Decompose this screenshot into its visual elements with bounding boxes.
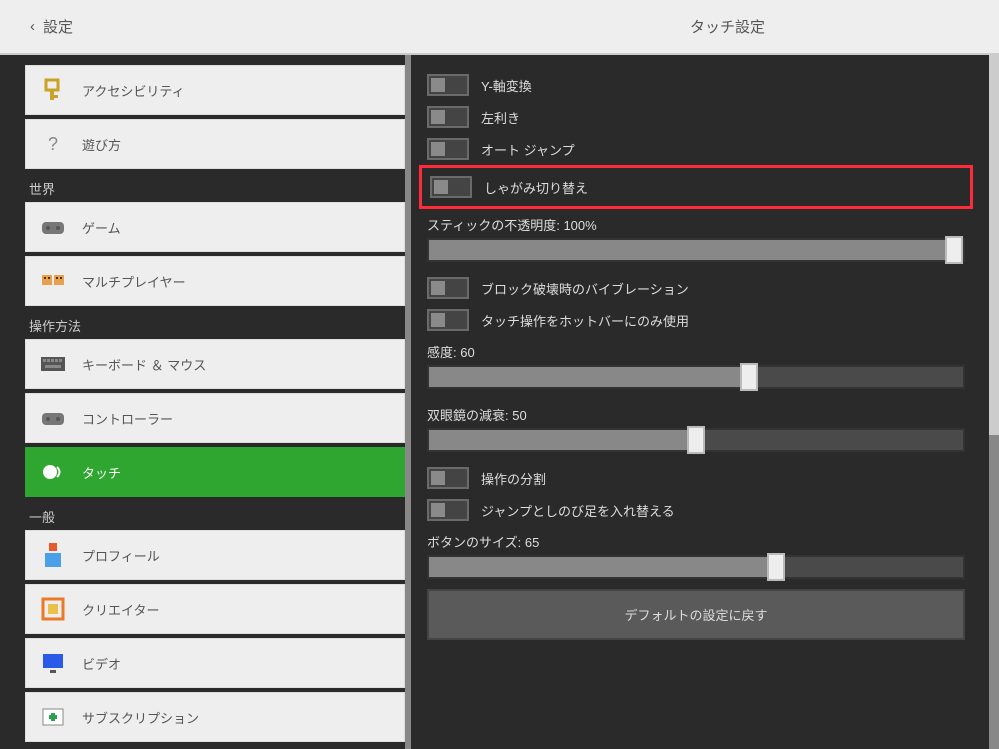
- slider-spyglass[interactable]: [427, 428, 965, 452]
- setting-split: 操作の分割: [423, 462, 969, 494]
- section-header-world: 世界: [25, 173, 405, 202]
- chevron-left-icon: ‹: [30, 18, 35, 35]
- toggle-label: Y-軸変換: [481, 76, 532, 95]
- sidebar-item-label: アクセシビリティ: [82, 81, 185, 100]
- sidebar-item-label: プロフィール: [82, 546, 160, 565]
- toggle-label: タッチ操作をホットバーにのみ使用: [481, 311, 689, 330]
- controller-icon: [40, 405, 66, 431]
- sidebar-item-creator[interactable]: クリエイター: [25, 584, 405, 634]
- multiplayer-icon: [40, 268, 66, 294]
- section-header-controls: 操作方法: [25, 310, 405, 339]
- sidebar-item-label: キーボード ＆ マウス: [82, 355, 206, 374]
- setting-y-axis: Y-軸変換: [423, 69, 969, 101]
- setting-crouch-toggle: しゃがみ切り替え: [426, 171, 966, 203]
- toggle-label: ブロック破壊時のバイブレーション: [481, 279, 689, 298]
- sidebar-item-label: コントローラー: [82, 409, 173, 428]
- page-title: タッチ設定: [690, 16, 765, 37]
- setting-vibrate: ブロック破壊時のバイブレーション: [423, 272, 969, 304]
- sidebar-item-label: 遊び方: [82, 135, 121, 154]
- slider-label-buttonsize: ボタンのサイズ: 65: [423, 526, 969, 555]
- toggle-label: しゃがみ切り替え: [484, 178, 588, 197]
- sidebar-item-label: マルチプレイヤー: [82, 272, 186, 291]
- video-icon: [40, 650, 66, 676]
- scrollbar[interactable]: [989, 55, 999, 749]
- slider-label-spyglass: 双眼鏡の減衰: 50: [423, 399, 969, 428]
- sidebar-item-accessibility[interactable]: アクセシビリティ: [25, 65, 405, 115]
- toggle-label: 操作の分割: [481, 469, 546, 488]
- subscription-icon: [40, 704, 66, 730]
- sidebar-item-game[interactable]: ゲーム: [25, 202, 405, 252]
- toggle-lefty[interactable]: [427, 106, 469, 128]
- reset-defaults-button[interactable]: デフォルトの設定に戻す: [427, 589, 965, 640]
- sidebar-item-label: クリエイター: [82, 600, 159, 619]
- sidebar-item-multiplayer[interactable]: マルチプレイヤー: [25, 256, 405, 306]
- toggle-y-axis[interactable]: [427, 74, 469, 96]
- slider-buttonsize[interactable]: [427, 555, 965, 579]
- sidebar-item-label: サブスクリプション: [82, 708, 199, 727]
- setting-hotbar: タッチ操作をホットバーにのみ使用: [423, 304, 969, 336]
- sidebar-item-video[interactable]: ビデオ: [25, 638, 405, 688]
- sidebar-item-label: ビデオ: [82, 654, 121, 673]
- controller-icon: [40, 214, 66, 240]
- toggle-label: ジャンプとしのび足を入れ替える: [481, 501, 675, 520]
- keyboard-icon: [40, 351, 66, 377]
- sidebar-item-subscription[interactable]: サブスクリプション: [25, 692, 405, 742]
- question-icon: ?: [40, 131, 66, 157]
- sidebar-item-controller[interactable]: コントローラー: [25, 393, 405, 443]
- key-icon: [40, 77, 66, 103]
- toggle-split[interactable]: [427, 467, 469, 489]
- settings-content: Y-軸変換 左利き オート ジャンプ しゃがみ切り替え スティックの不透明度: …: [411, 55, 989, 749]
- setting-auto-jump: オート ジャンプ: [423, 133, 969, 165]
- sidebar-item-profile[interactable]: プロフィール: [25, 530, 405, 580]
- toggle-label: オート ジャンプ: [481, 140, 575, 159]
- slider-sensitivity[interactable]: [427, 365, 965, 389]
- toggle-vibrate[interactable]: [427, 277, 469, 299]
- toggle-swap[interactable]: [427, 499, 469, 521]
- highlighted-setting: しゃがみ切り替え: [419, 165, 973, 209]
- slider-label-sensitivity: 感度: 60: [423, 336, 969, 365]
- toggle-crouch[interactable]: [430, 176, 472, 198]
- section-header-general: 一般: [25, 501, 405, 530]
- toggle-hotbar[interactable]: [427, 309, 469, 331]
- creator-icon: [40, 596, 66, 622]
- profile-icon: [40, 542, 66, 568]
- back-button[interactable]: ‹ 設定: [30, 16, 73, 37]
- back-label: 設定: [43, 16, 73, 37]
- touch-icon: [40, 459, 66, 485]
- sidebar-item-keyboard[interactable]: キーボード ＆ マウス: [25, 339, 405, 389]
- sidebar-item-howtoplay[interactable]: ? 遊び方: [25, 119, 405, 169]
- slider-opacity[interactable]: [427, 238, 965, 262]
- sidebar-item-label: ゲーム: [82, 218, 121, 237]
- toggle-auto-jump[interactable]: [427, 138, 469, 160]
- sidebar-item-touch[interactable]: タッチ: [25, 447, 405, 497]
- setting-swap: ジャンプとしのび足を入れ替える: [423, 494, 969, 526]
- sidebar: アクセシビリティ ? 遊び方 世界 ゲーム マルチプレイヤー 操作方法 キーボー…: [0, 55, 405, 749]
- slider-label-opacity: スティックの不透明度: 100%: [423, 209, 969, 238]
- setting-lefty: 左利き: [423, 101, 969, 133]
- toggle-label: 左利き: [481, 108, 520, 127]
- sidebar-item-label: タッチ: [82, 463, 121, 482]
